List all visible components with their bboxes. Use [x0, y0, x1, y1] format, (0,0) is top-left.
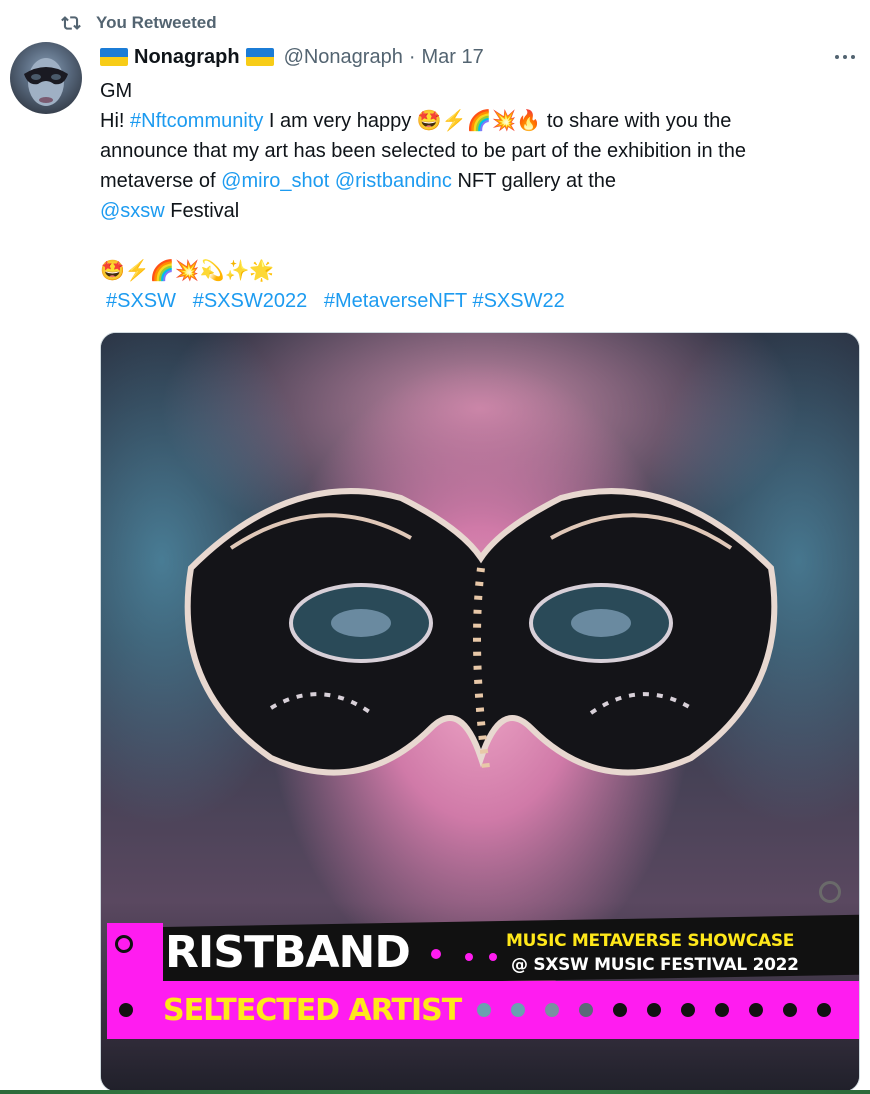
text-span: Festival [164, 200, 240, 222]
retweet-label: You Retweeted [96, 13, 217, 32]
mention-link[interactable]: @sxsw [100, 200, 165, 222]
text-line: 🤩⚡🌈💥💫✨🌟 [100, 256, 860, 286]
retweet-icon [58, 10, 84, 36]
showcase-title: MUSIC METAVERSE SHOWCASE [506, 931, 795, 951]
text-line: @sxsw Festival [100, 196, 860, 226]
mention-link[interactable]: @miro_shot [221, 170, 329, 192]
tweet-media-image[interactable]: RISTBAND MUSIC METAVERSE SHOWCASE @ SXSW… [100, 332, 860, 1092]
tweet-header: Nonagraph @Nonagraph · Mar 17 [100, 42, 484, 72]
tweet-date[interactable]: Mar 17 [422, 46, 484, 69]
wristband-dot [545, 1003, 559, 1017]
wristband-hole-icon [819, 881, 841, 903]
showcase-subtitle: @ SXSW MUSIC FESTIVAL 2022 [511, 955, 799, 975]
text-span: NFT gallery at the [451, 170, 617, 192]
brand-logo-text: RISTBAND [165, 927, 411, 978]
wristband-dot [431, 949, 441, 959]
ukraine-flag-icon [100, 48, 128, 66]
retweet-indicator: You Retweeted [58, 10, 217, 36]
wristband-dot [647, 1003, 661, 1017]
separator: · [408, 45, 416, 68]
hashtag-link[interactable]: #SXSW [106, 290, 176, 312]
dot-icon [835, 55, 839, 59]
emoji-group: 🤩⚡🌈💥🔥 [416, 110, 542, 132]
text-span: announce that my art has been selected t… [100, 140, 746, 162]
text-span: to share with you the [541, 110, 732, 132]
text-line: metaverse of @miro_shot @ristbandinc NFT… [100, 166, 860, 196]
text-span: metaverse of [100, 170, 222, 192]
tweet-text: GM Hi! #Nftcommunity I am very happy 🤩⚡🌈… [100, 76, 860, 316]
wristband-dot [783, 1003, 797, 1017]
hashtag-link[interactable]: #SXSW2022 [193, 290, 308, 312]
wristband-dot [749, 1003, 763, 1017]
hashtag-line: #SXSW #SXSW2022 #MetaverseNFT #SXSW22 [100, 286, 860, 316]
wristband-dot [817, 1003, 831, 1017]
wristband-dot [477, 1003, 491, 1017]
hashtag-link[interactable]: #SXSW22 [472, 290, 564, 312]
wristband-dot [511, 1003, 525, 1017]
hashtag-link[interactable]: #Nftcommunity [130, 110, 263, 132]
text-span: I am very happy [263, 110, 417, 132]
text-line: announce that my art has been selected t… [100, 136, 860, 166]
text-line: Hi! #Nftcommunity I am very happy 🤩⚡🌈💥🔥 … [100, 106, 860, 136]
wristband-dot [613, 1003, 627, 1017]
text-span: Hi! [100, 110, 130, 132]
ukraine-flag-icon [245, 48, 274, 66]
wristband-hole-icon [115, 935, 133, 953]
more-options-button[interactable] [826, 44, 864, 70]
wristband-dot [465, 953, 473, 961]
emoji-group: 🤩⚡🌈💥💫✨🌟 [100, 260, 275, 282]
author-name[interactable]: Nonagraph [134, 46, 240, 69]
avatar[interactable] [10, 42, 82, 114]
masquerade-mask-graphic [184, 488, 778, 776]
dot-icon [851, 55, 855, 59]
greeting: GM [100, 80, 133, 102]
mention-link[interactable]: @ristbandinc [335, 170, 452, 192]
hashtag-link[interactable]: #MetaverseNFT [324, 290, 467, 312]
selected-artist-label: SELTECTED ARTIST [163, 993, 462, 1028]
wristband-dot [715, 1003, 729, 1017]
author-handle[interactable]: @Nonagraph [284, 46, 403, 69]
wristband-dot [119, 1003, 133, 1017]
wristband-pink-tab [107, 923, 163, 981]
wristband-dot [489, 953, 497, 961]
bottom-divider [0, 1090, 870, 1094]
dot-icon [843, 55, 847, 59]
wristband-dot [681, 1003, 695, 1017]
wristband-dot [579, 1003, 593, 1017]
text-line: GM [100, 76, 860, 106]
